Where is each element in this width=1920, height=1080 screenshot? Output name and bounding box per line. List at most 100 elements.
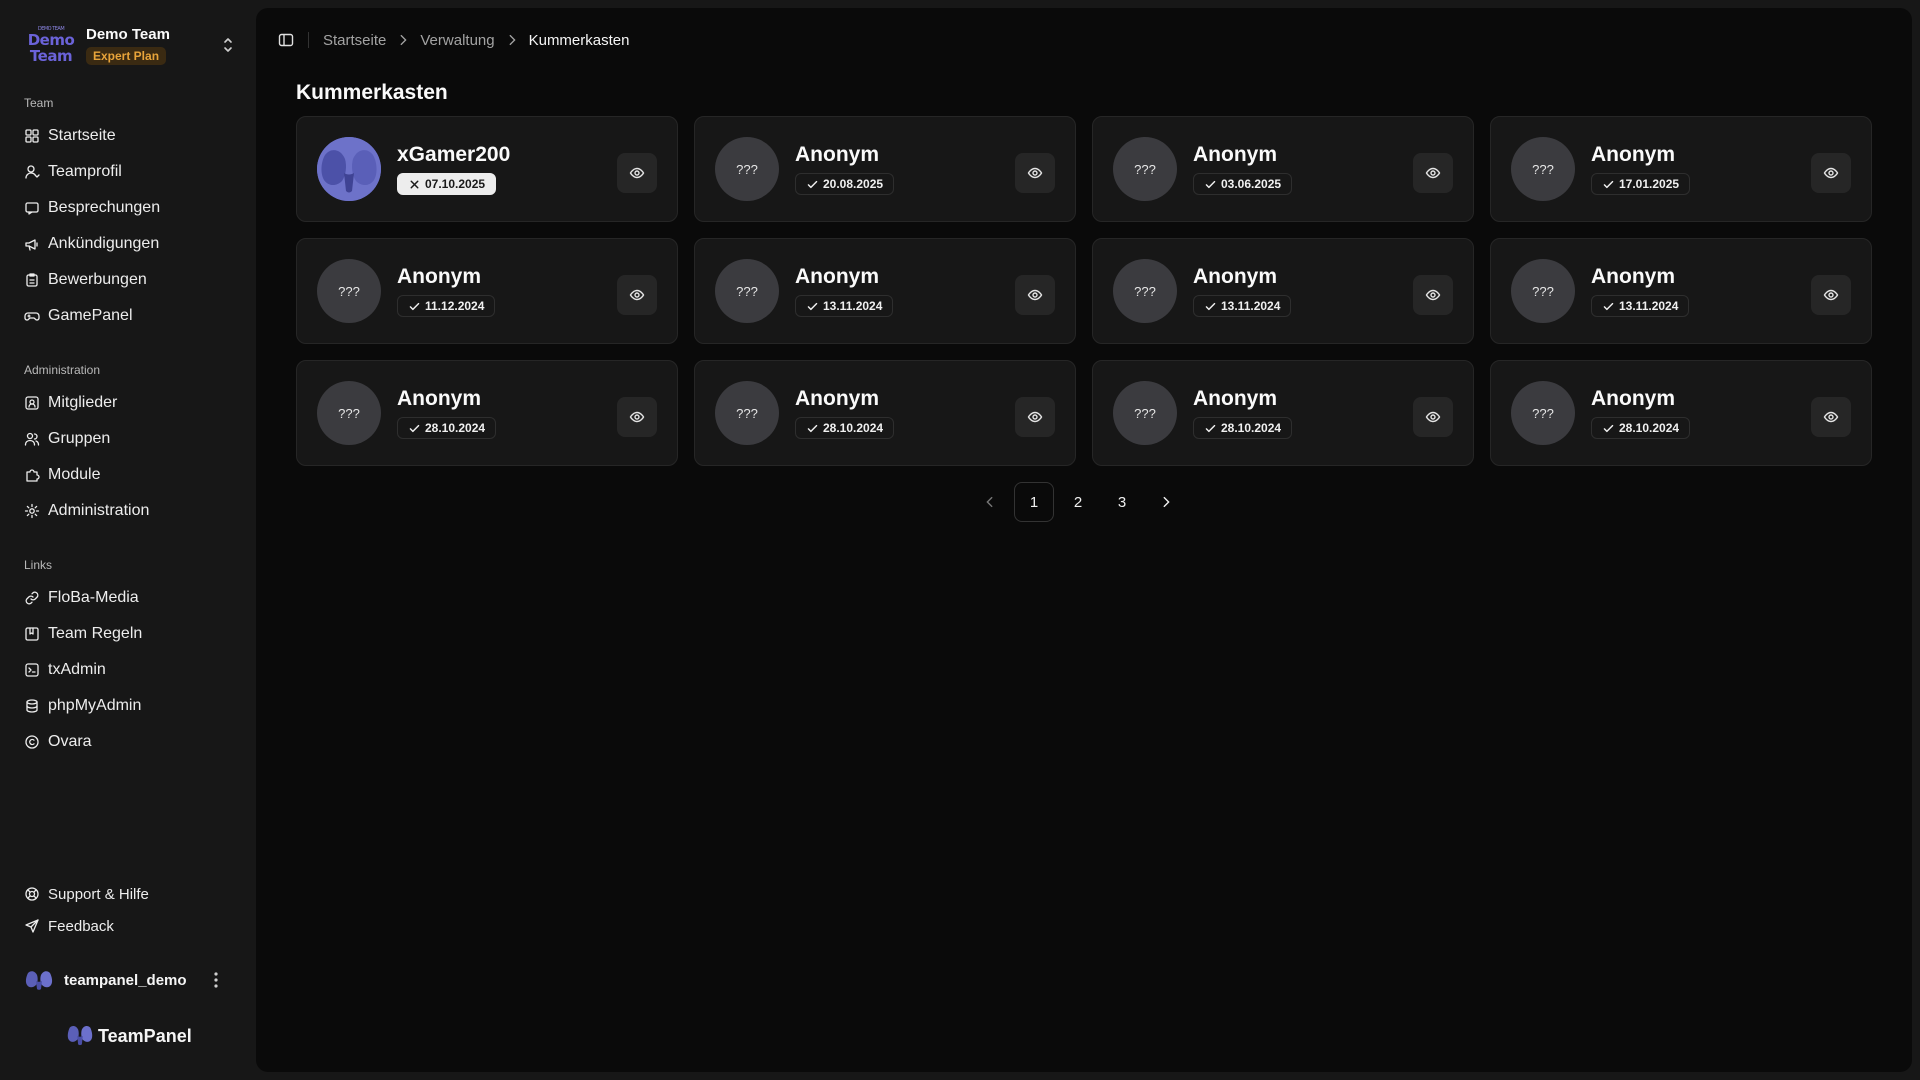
page-2-button[interactable]: 2 [1058, 482, 1098, 522]
page-3-button[interactable]: 3 [1102, 482, 1142, 522]
sidebar-item-team-regeln[interactable]: Team Regeln [16, 618, 240, 650]
eye-icon [1027, 167, 1043, 179]
submission-author: Anonym [1591, 387, 1675, 410]
sidebar-item-label: Teamprofil [48, 163, 122, 180]
gear-icon [24, 503, 40, 519]
submission-author: Anonym [1591, 143, 1675, 166]
avatar: ??? [715, 381, 779, 445]
view-button[interactable] [1413, 275, 1453, 315]
sidebar-item-teamprofil[interactable]: Teamprofil [16, 156, 240, 188]
sidebar-item-module[interactable]: Module [16, 459, 240, 491]
user-menu[interactable]: teampanel_demo [16, 960, 240, 1000]
breadcrumb-item: Kummerkasten [528, 31, 630, 49]
sidebar-toggle-button[interactable] [272, 28, 300, 52]
avatar [25, 971, 53, 990]
user-avatar-image [317, 137, 381, 201]
avatar-initials: ??? [338, 283, 360, 299]
nav-section-label: Team [24, 96, 54, 110]
chevron-right-icon [1163, 496, 1170, 508]
sidebar-item-label: Administration [48, 502, 150, 519]
submission-date: 13.11.2024 [823, 299, 883, 313]
sidebar-item-support-hilfe[interactable]: Support & Hilfe [16, 878, 240, 910]
sidebar-item-txadmin[interactable]: txAdmin [16, 654, 240, 686]
plan-badge: Expert Plan [86, 46, 167, 65]
sidebar-item-floba-media[interactable]: FloBa-Media [16, 582, 240, 614]
submission-date: 20.08.2025 [823, 177, 884, 191]
gamepad-icon [24, 312, 40, 321]
avatar-initials: ??? [1134, 405, 1156, 421]
page-1-button[interactable]: 1 [1014, 482, 1054, 522]
sidebar-item-label: Mitglieder [48, 394, 118, 411]
sidebar-item-startseite[interactable]: Startseite [16, 120, 240, 152]
submission-card: ??? Anonym 17.01.2025 [1490, 116, 1872, 222]
avatar: ??? [1113, 259, 1177, 323]
sidebar-item-administration[interactable]: Administration [16, 495, 240, 527]
breadcrumb: Startseite Verwaltung Kummerkasten [323, 32, 629, 49]
status-badge: 28.10.2024 [1193, 417, 1293, 439]
team-logo-line2: Team [29, 46, 73, 65]
username: teampanel_demo [64, 971, 187, 989]
status-badge: 17.01.2025 [1591, 173, 1691, 195]
sidebar-item-besprechungen[interactable]: Besprechungen [16, 192, 240, 224]
view-button[interactable] [1811, 275, 1851, 315]
breadcrumb-item[interactable]: Verwaltung [420, 32, 494, 49]
sidebar-item-label: Ankündigungen [48, 235, 160, 252]
team-logo-line1: Demo [27, 30, 75, 49]
status-badge: 28.10.2024 [1591, 417, 1691, 439]
previous-page-button[interactable] [970, 482, 1010, 522]
view-button[interactable] [1015, 397, 1055, 437]
view-button[interactable] [617, 153, 657, 193]
sidebar-item-phpmyadmin[interactable]: phpMyAdmin [16, 690, 240, 722]
submission-author: Anonym [397, 265, 481, 288]
submission-author: Anonym [397, 387, 481, 410]
sidebar-item-label: txAdmin [48, 661, 106, 678]
status-badge: 20.08.2025 [795, 173, 895, 195]
sidebar-item-gruppen[interactable]: Gruppen [16, 423, 240, 455]
view-button[interactable] [1413, 153, 1453, 193]
submission-author: Anonym [1193, 143, 1277, 166]
avatar-initials: ??? [1532, 405, 1554, 421]
view-button[interactable] [617, 397, 657, 437]
chevron-right-icon [509, 34, 516, 46]
avatar-initials: ??? [736, 283, 758, 299]
view-button[interactable] [617, 275, 657, 315]
sidebar-item-mitglieder[interactable]: Mitglieder [16, 387, 240, 419]
avatar: ??? [715, 137, 779, 201]
submission-card: ??? Anonym 03.06.2025 [1092, 116, 1474, 222]
view-button[interactable] [1015, 153, 1055, 193]
main-content: Startseite Verwaltung Kummerkasten Kummerk… [256, 8, 1912, 1072]
sidebar-item-label: Support & Hilfe [48, 885, 149, 903]
check-icon [1603, 180, 1614, 188]
sidebar-item-gamepanel[interactable]: GamePanel [16, 300, 240, 332]
sidebar-item-bewerbungen[interactable]: Bewerbungen [16, 264, 240, 296]
sidebar-item-ank-ndigungen[interactable]: Ankündigungen [16, 228, 240, 260]
chevrons-up-down-icon [224, 38, 232, 52]
breadcrumb-item[interactable]: Startseite [323, 32, 386, 49]
lifebuoy-icon [25, 887, 39, 901]
eye-icon [1425, 167, 1441, 179]
submission-card: ??? Anonym 20.08.2025 [694, 116, 1076, 222]
chevron-right-icon [400, 34, 407, 46]
status-badge: 07.10.2025 [397, 173, 497, 195]
x-icon [410, 180, 419, 188]
avatar-initials: ??? [736, 405, 758, 421]
view-button[interactable] [1811, 397, 1851, 437]
nav-section-label: Administration [24, 363, 101, 377]
submission-author: Anonym [1193, 387, 1277, 410]
team-logo: DEMO TEAM Demo Team [27, 22, 75, 68]
view-button[interactable] [1015, 275, 1055, 315]
sidebar-item-feedback[interactable]: Feedback [16, 910, 240, 942]
avatar: ??? [1511, 137, 1575, 201]
more-vertical-icon[interactable] [208, 970, 224, 990]
submission-date: 13.11.2024 [1619, 299, 1679, 313]
check-icon [1205, 180, 1216, 188]
submission-author: Anonym [1591, 265, 1675, 288]
next-page-button[interactable] [1146, 482, 1186, 522]
brand-name: TeamPanel [98, 1025, 192, 1046]
team-switcher[interactable]: DEMO TEAM Demo Team Demo Team Expert Pla… [20, 18, 240, 72]
view-button[interactable] [1413, 397, 1453, 437]
avatar-initials: ??? [1532, 283, 1554, 299]
view-button[interactable] [1811, 153, 1851, 193]
sidebar-item-ovara[interactable]: Ovara [16, 726, 240, 758]
dashboard-icon [25, 129, 39, 143]
